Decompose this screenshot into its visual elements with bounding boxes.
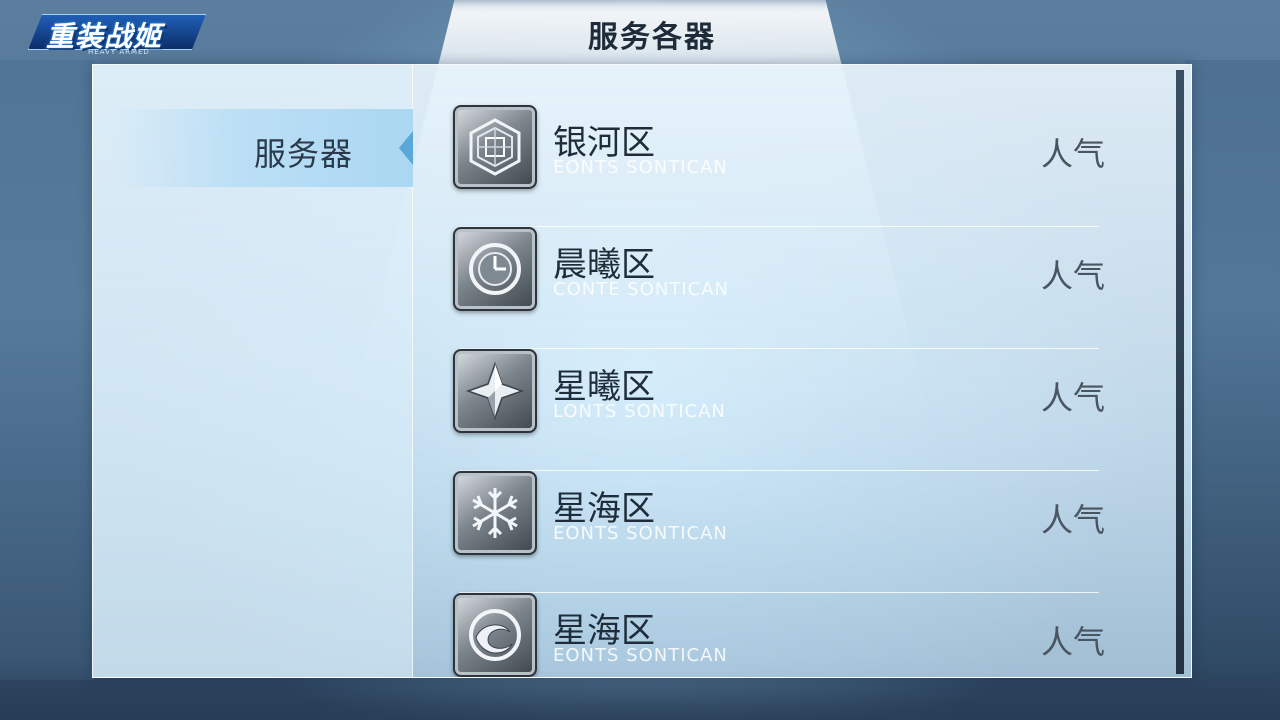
sidebar: 服务器 bbox=[93, 65, 413, 677]
server-panel: 服务器 银河区 EONTS SONTICAN 人气 晨曦区 CONTE SONT… bbox=[92, 64, 1192, 678]
server-list: 银河区 EONTS SONTICAN 人气 晨曦区 CONTE SONTICAN… bbox=[453, 105, 1153, 677]
server-subtitle: CONTE SONTICAN bbox=[553, 279, 729, 300]
star-icon bbox=[453, 349, 537, 433]
server-row[interactable]: 银河区 EONTS SONTICAN 人气 bbox=[453, 105, 1113, 227]
server-subtitle: EONTS SONTICAN bbox=[553, 523, 728, 544]
server-row[interactable]: 星曦区 LONTS SONTICAN 人气 bbox=[453, 349, 1113, 471]
sidebar-tab-servers[interactable]: 服务器 bbox=[113, 109, 413, 187]
selected-arrow-icon bbox=[399, 131, 413, 165]
server-row[interactable]: 晨曦区 CONTE SONTICAN 人气 bbox=[453, 227, 1113, 349]
wave-swirl-icon bbox=[453, 593, 537, 677]
snowflake-icon bbox=[453, 471, 537, 555]
scrollbar-thumb[interactable] bbox=[1176, 70, 1184, 674]
server-status: 人气 bbox=[1041, 135, 1106, 173]
server-subtitle: LONTS SONTICAN bbox=[553, 401, 726, 422]
server-subtitle: EONTS SONTICAN bbox=[553, 645, 728, 666]
page-title: 服务各器 bbox=[588, 20, 716, 55]
sidebar-tab-label: 服务器 bbox=[253, 135, 353, 173]
background-right-scenery bbox=[1185, 60, 1280, 680]
server-row[interactable]: 星海区 EONTS SONTICAN 人气 bbox=[453, 471, 1113, 593]
server-subtitle: EONTS SONTICAN bbox=[553, 157, 728, 178]
server-status: 人气 bbox=[1041, 623, 1106, 661]
server-status: 人气 bbox=[1041, 501, 1106, 539]
clock-circle-icon bbox=[453, 227, 537, 311]
server-status: 人气 bbox=[1041, 257, 1106, 295]
hexagon-cube-icon bbox=[453, 105, 537, 189]
server-status: 人气 bbox=[1041, 379, 1106, 417]
server-row[interactable]: 星海区 EONTS SONTICAN 人气 bbox=[453, 593, 1113, 677]
scrollbar[interactable] bbox=[1176, 70, 1184, 674]
background-left-scenery bbox=[0, 60, 95, 680]
